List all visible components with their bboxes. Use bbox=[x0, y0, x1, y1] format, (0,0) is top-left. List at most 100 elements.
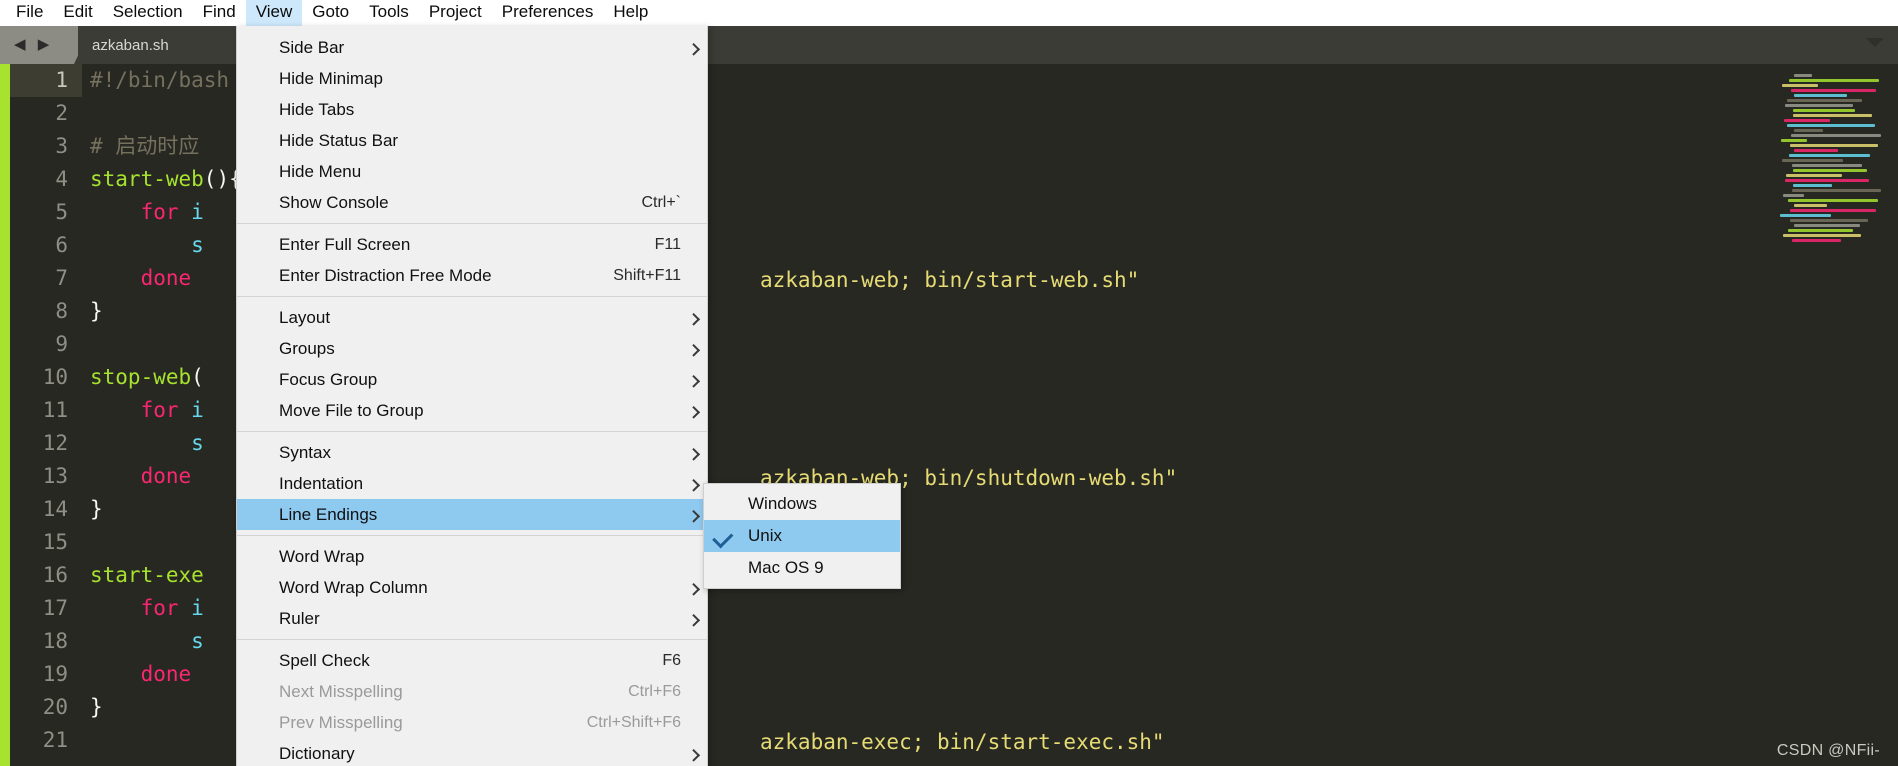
menu-item-dictionary[interactable]: Dictionary bbox=[237, 738, 707, 766]
minimap-line bbox=[1794, 74, 1812, 77]
chevron-right-icon bbox=[687, 405, 701, 419]
tab-azkaban-sh[interactable]: azkaban.sh bbox=[78, 26, 191, 64]
menu-item-line-endings[interactable]: Line Endings bbox=[237, 499, 707, 530]
menubar-item-view[interactable]: View bbox=[245, 0, 303, 28]
minimap-line bbox=[1788, 199, 1878, 202]
code-token: #!/bin/bash bbox=[90, 68, 230, 92]
minimap-line bbox=[1793, 129, 1823, 132]
code-token: ( bbox=[191, 365, 204, 389]
menu-item-hide-minimap[interactable]: Hide Minimap bbox=[237, 63, 707, 94]
line-number: 6 bbox=[55, 233, 68, 257]
chevron-right-icon bbox=[687, 447, 701, 461]
menu-item-label: Line Endings bbox=[279, 505, 378, 524]
menu-item-word-wrap-column[interactable]: Word Wrap Column bbox=[237, 572, 707, 603]
menu-item-hide-tabs[interactable]: Hide Tabs bbox=[237, 94, 707, 125]
code-token: } bbox=[90, 299, 103, 323]
chevron-right-icon bbox=[687, 42, 701, 56]
code-token: done bbox=[140, 464, 192, 488]
minimap-line bbox=[1783, 119, 1831, 122]
menu-item-enter-distraction-free-mode[interactable]: Enter Distraction Free Mode Shift+F11 bbox=[237, 260, 707, 291]
minimap-line bbox=[1791, 164, 1863, 167]
line-ending-option-unix[interactable]: Unix bbox=[704, 520, 900, 552]
line-ending-option-mac-os-9[interactable]: Mac OS 9 bbox=[704, 552, 900, 584]
menubar-item-preferences[interactable]: Preferences bbox=[492, 0, 604, 28]
menu-item-shortcut: F11 bbox=[654, 236, 681, 253]
menu-item-label: Ruler bbox=[279, 609, 320, 628]
menubar-item-goto[interactable]: Goto bbox=[302, 0, 359, 28]
menu-item-ruler[interactable]: Ruler bbox=[237, 603, 707, 634]
sublime-text-window: File Edit Selection Find View Goto Tools Projec… bbox=[0, 0, 1898, 766]
code-token: i bbox=[178, 200, 204, 224]
view-dropdown-menu[interactable]: Side Bar Hide Minimap Hide Tabs Hide Status… bbox=[236, 26, 708, 766]
checkmark-icon bbox=[712, 527, 734, 549]
menu-item-enter-full-screen[interactable]: Enter Full Screen F11 bbox=[237, 229, 707, 260]
minimap-line bbox=[1781, 84, 1818, 87]
minimap[interactable] bbox=[1780, 74, 1882, 242]
code-token: s bbox=[191, 629, 204, 653]
menubar-item-tools[interactable]: Tools bbox=[359, 0, 419, 28]
line-number: 3 bbox=[55, 134, 68, 158]
menu-item-layout[interactable]: Layout bbox=[237, 302, 707, 333]
menu-item-show-console[interactable]: Show Console Ctrl+` bbox=[237, 187, 707, 218]
line-number: 10 bbox=[42, 365, 68, 389]
minimap-line bbox=[1793, 184, 1833, 187]
tab-nav-arrows-icon[interactable]: ◀ ▶ bbox=[14, 36, 53, 54]
minimap-line bbox=[1788, 154, 1870, 157]
line-number: 9 bbox=[55, 332, 68, 356]
minimap-line bbox=[1789, 79, 1879, 82]
line-ending-option-label: Unix bbox=[748, 526, 783, 545]
menu-item-label: Hide Menu bbox=[279, 162, 362, 181]
menu-item-label: Move File to Group bbox=[279, 401, 424, 420]
menu-item-label: Enter Full Screen bbox=[279, 235, 411, 254]
line-number: 4 bbox=[55, 167, 68, 191]
tab-overflow-caret-icon[interactable] bbox=[1866, 38, 1884, 47]
menu-item-label: Hide Minimap bbox=[279, 69, 383, 88]
line-number: 18 bbox=[42, 629, 68, 653]
minimap-line bbox=[1787, 124, 1875, 127]
line-endings-submenu[interactable]: Windows Unix Mac OS 9 bbox=[703, 483, 901, 589]
menu-item-move-file-to-group[interactable]: Move File to Group bbox=[237, 395, 707, 426]
menu-item-groups[interactable]: Groups bbox=[237, 333, 707, 364]
line-number: 15 bbox=[42, 530, 68, 554]
menu-item-prev-misspelling: Prev Misspelling Ctrl+Shift+F6 bbox=[237, 707, 707, 738]
code-token: for bbox=[140, 200, 179, 224]
menubar-item-file[interactable]: File bbox=[6, 0, 53, 28]
menu-item-word-wrap[interactable]: Word Wrap bbox=[237, 541, 707, 572]
watermark-text: CSDN @NFii- bbox=[1776, 742, 1880, 759]
chevron-right-icon bbox=[687, 613, 701, 627]
code-token: s bbox=[191, 233, 204, 257]
menu-item-focus-group[interactable]: Focus Group bbox=[237, 364, 707, 395]
minimap-line bbox=[1782, 159, 1843, 162]
line-number: 17 bbox=[42, 596, 68, 620]
menu-item-syntax[interactable]: Syntax bbox=[237, 437, 707, 468]
minimap-line bbox=[1789, 144, 1878, 147]
line-ending-option-label: Mac OS 9 bbox=[748, 558, 824, 577]
line-ending-option-windows[interactable]: Windows bbox=[704, 488, 900, 520]
menu-item-label: Syntax bbox=[279, 443, 331, 462]
minimap-line bbox=[1792, 114, 1873, 117]
menu-item-label: Word Wrap bbox=[279, 547, 365, 566]
chevron-right-icon bbox=[687, 374, 701, 388]
menubar-item-selection[interactable]: Selection bbox=[103, 0, 193, 28]
tab-nav-box[interactable]: ◀ ▶ bbox=[0, 26, 92, 64]
line-number: 13 bbox=[42, 464, 68, 488]
menu-item-hide-menu[interactable]: Hide Menu bbox=[237, 156, 707, 187]
menu-item-shortcut: F6 bbox=[662, 652, 681, 669]
minimap-line bbox=[1785, 179, 1869, 182]
menubar-item-find[interactable]: Find bbox=[193, 0, 246, 28]
menu-item-spell-check[interactable]: Spell Check F6 bbox=[237, 645, 707, 676]
menu-item-indentation[interactable]: Indentation bbox=[237, 468, 707, 499]
menu-item-label: Spell Check bbox=[279, 651, 370, 670]
menu-item-hide-status-bar[interactable]: Hide Status Bar bbox=[237, 125, 707, 156]
chevron-right-icon bbox=[687, 748, 701, 762]
menubar-item-project[interactable]: Project bbox=[419, 0, 492, 28]
menu-item-side-bar[interactable]: Side Bar bbox=[237, 32, 707, 63]
minimap-line bbox=[1793, 204, 1828, 207]
menubar-item-edit[interactable]: Edit bbox=[53, 0, 102, 28]
line-number: 8 bbox=[55, 299, 68, 323]
minimap-line bbox=[1790, 209, 1877, 212]
menubar-item-help[interactable]: Help bbox=[603, 0, 658, 28]
menu-item-shortcut: Ctrl+F6 bbox=[628, 683, 681, 700]
